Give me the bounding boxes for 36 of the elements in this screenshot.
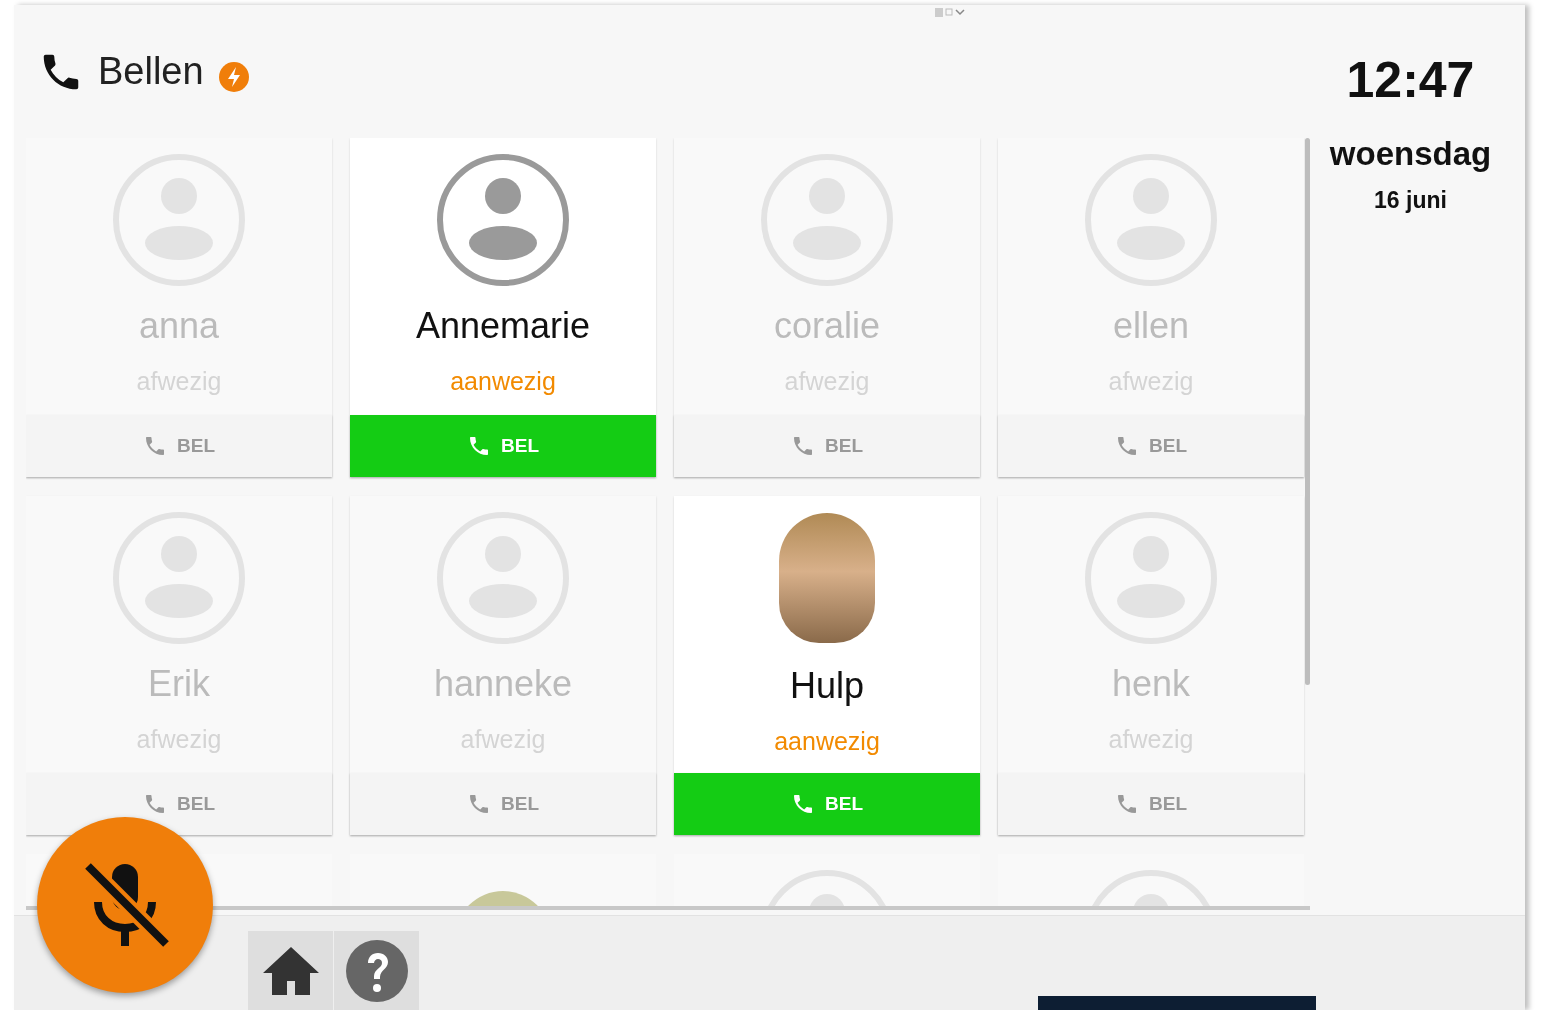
phone-icon: [791, 434, 815, 458]
contact-name: Annemarie: [415, 305, 591, 347]
phone-icon: [1115, 434, 1139, 458]
contact-status: aanwezig: [450, 367, 556, 396]
call-button[interactable]: BEL: [674, 773, 980, 835]
call-button[interactable]: BEL: [350, 773, 656, 835]
contact-name: Erik: [148, 663, 210, 705]
call-button[interactable]: BEL: [350, 415, 656, 477]
lightning-icon: [217, 60, 250, 93]
avatar-icon: [436, 153, 570, 287]
phone-icon: [467, 792, 491, 816]
phone-icon: [791, 792, 815, 816]
page-title: Bellen: [98, 50, 204, 93]
contact-name: anna: [138, 305, 220, 347]
call-button[interactable]: BEL: [998, 773, 1304, 835]
phone-icon: [467, 434, 491, 458]
contact-status: aanwezig: [774, 727, 880, 756]
contact-name: coralie: [773, 305, 881, 347]
contact-name: hanneke: [433, 663, 573, 705]
contact-name: henk: [1111, 663, 1191, 705]
call-button[interactable]: BEL: [26, 415, 332, 477]
weekday: woensdag: [1329, 135, 1492, 173]
home-button[interactable]: [248, 931, 333, 1010]
call-button[interactable]: BEL: [26, 773, 332, 835]
call-button[interactable]: BEL: [674, 415, 980, 477]
date: 16 juni: [1374, 187, 1447, 214]
phone-icon: [1115, 792, 1139, 816]
scrollbar[interactable]: [1305, 138, 1310, 685]
contact-name: Hulp: [789, 665, 864, 707]
phone-icon: [143, 434, 167, 458]
contact-name: ellen: [1112, 305, 1190, 347]
help-icon: [344, 939, 409, 1003]
clock-time: 12:47: [1346, 51, 1475, 109]
help-button[interactable]: [334, 931, 419, 1010]
phone-icon: [143, 792, 167, 816]
call-button[interactable]: BEL: [998, 415, 1304, 477]
